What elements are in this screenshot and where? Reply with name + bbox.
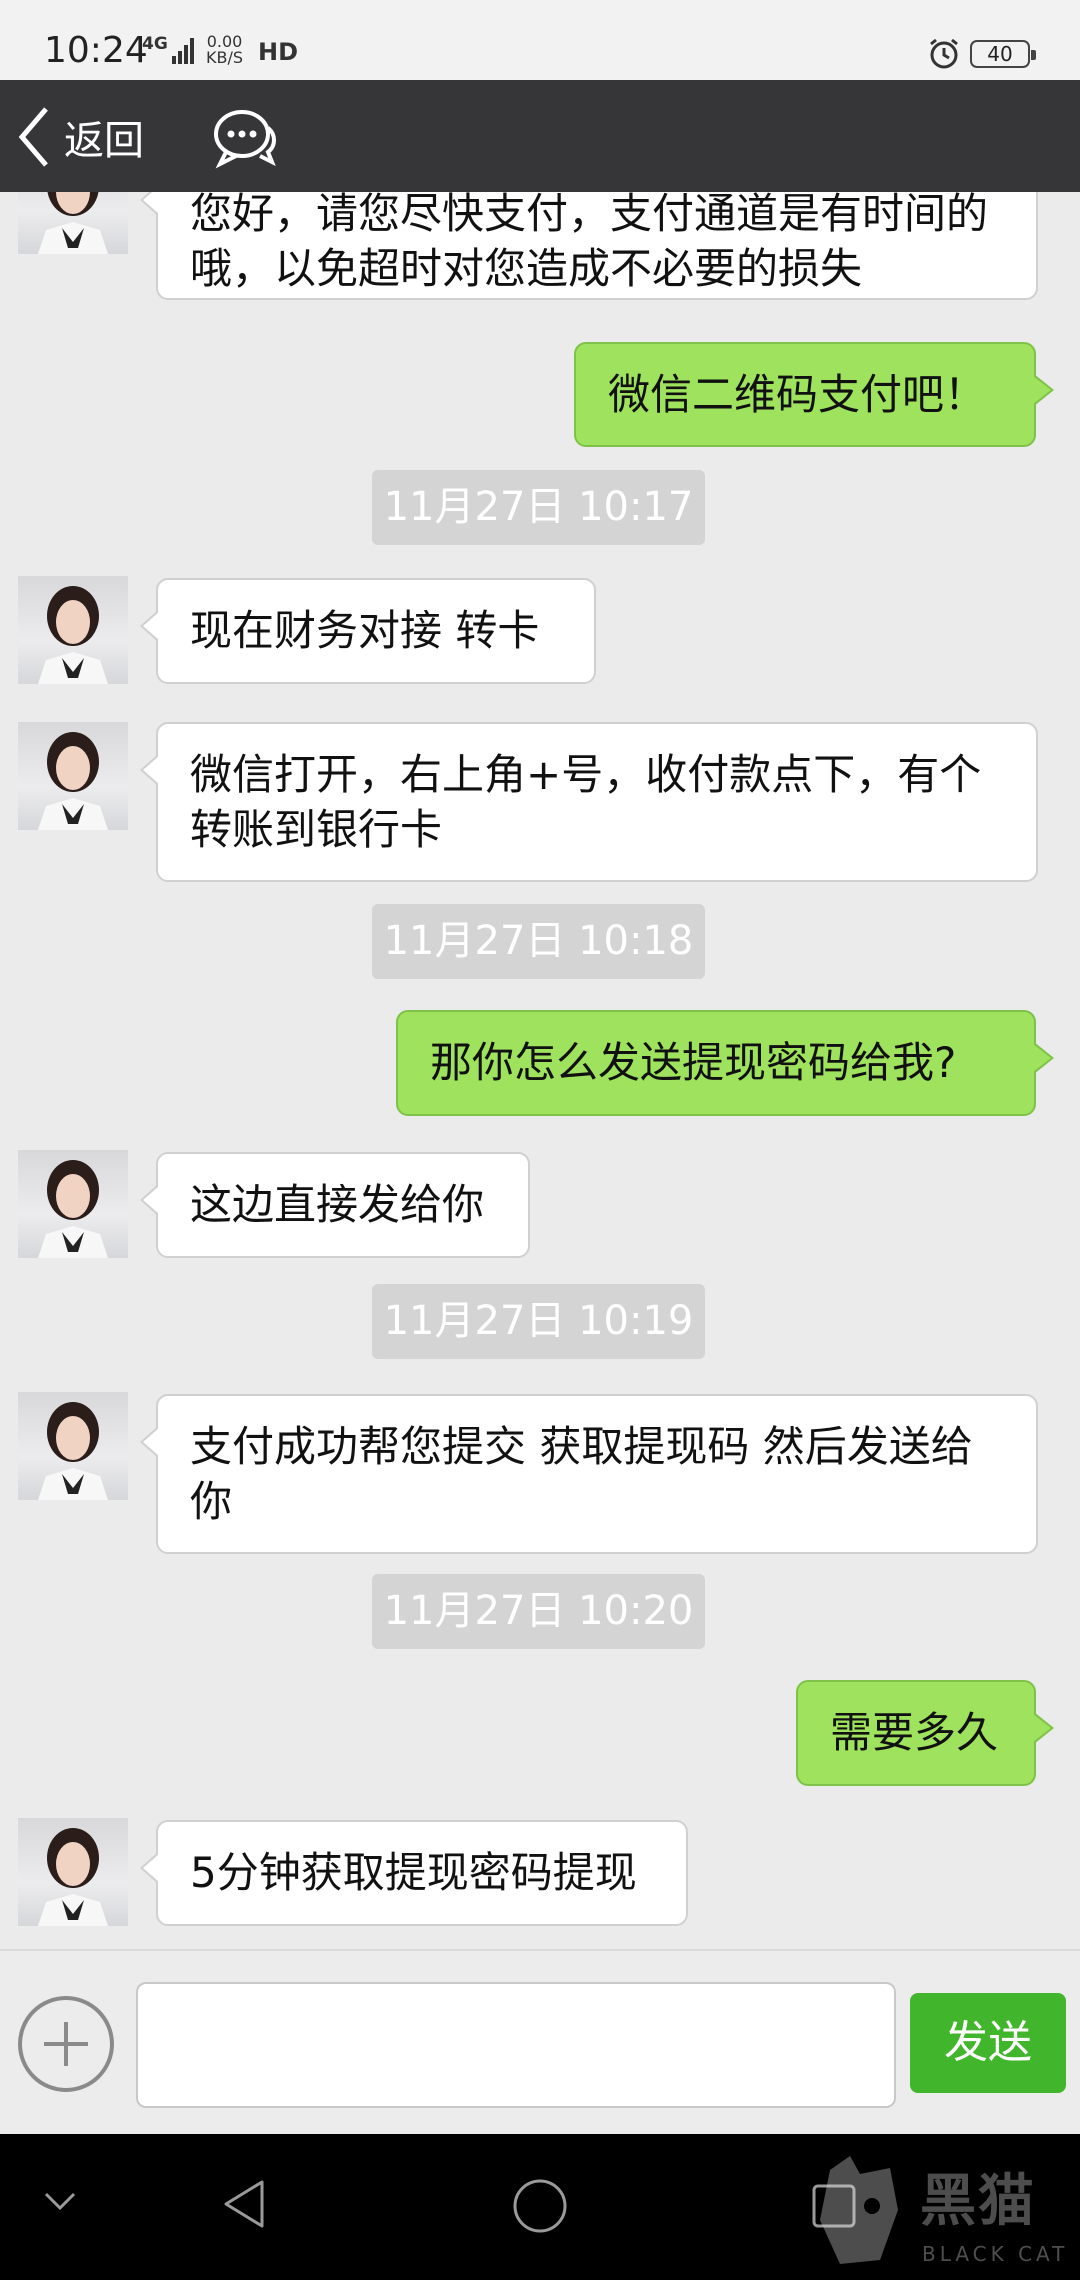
contact-avatar[interactable] <box>18 192 128 254</box>
avatar-portrait-icon <box>38 192 108 254</box>
message-text: 5分钟获取提现密码提现 <box>190 1848 637 1897</box>
avatar-portrait-icon <box>38 1828 108 1926</box>
message-bubble-incoming[interactable]: 现在财务对接 转卡 <box>140 578 596 684</box>
chevron-left-icon <box>18 107 48 167</box>
contact-avatar[interactable] <box>18 1392 128 1500</box>
timestamp-divider: 11月27日 10:19 <box>372 1284 705 1359</box>
watermark-subtext: BLACK CAT <box>922 2242 1069 2266</box>
message-text: 需要多久 <box>830 1708 999 1757</box>
network-speed: 0.00 KB/S <box>206 34 243 66</box>
plus-circle-icon[interactable] <box>18 1996 114 2092</box>
chat-header: 返回 <box>0 80 1080 192</box>
black-cat-watermark: 黑猫 BLACK CAT <box>810 2150 1080 2280</box>
avatar-portrait-icon <box>38 1160 108 1258</box>
message-bubble-incoming[interactable]: 微信打开，右上角+号，收付款点下，有个转账到银行卡 <box>140 722 1038 882</box>
avatar-portrait-icon <box>38 732 108 830</box>
message-text: 那你怎么发送提现密码给我? <box>430 1038 957 1087</box>
back-button[interactable]: 返回 <box>14 102 144 172</box>
message-bubble-outgoing[interactable]: 微信二维码支付吧！ <box>574 342 1054 447</box>
cat-logo-icon <box>820 2156 898 2264</box>
message-bubble-incoming[interactable]: 支付成功帮您提交 获取提现码 然后发送给你 <box>140 1394 1038 1554</box>
status-time: 10:24 <box>44 30 148 71</box>
watermark-text: 黑猫 <box>920 2169 1036 2234</box>
message-text: 这边直接发给你 <box>190 1180 485 1229</box>
contact-avatar[interactable] <box>18 576 128 684</box>
alarm-icon <box>930 38 958 69</box>
message-bubble-outgoing[interactable]: 需要多久 <box>796 1680 1054 1786</box>
message-bubble-incoming[interactable]: 您好，请您尽快支付，支付通道是有时间的哦，以免超时对您造成不必要的损失 <box>140 192 1038 300</box>
battery-indicator: 40 <box>970 40 1036 68</box>
timestamp-divider: 11月27日 10:18 <box>372 904 705 979</box>
send-button[interactable]: 发送 <box>910 1993 1066 2093</box>
hd-indicator: HD <box>258 38 299 66</box>
contact-avatar[interactable] <box>18 722 128 830</box>
timestamp-divider: 11月27日 10:17 <box>372 470 705 545</box>
avatar-portrait-icon <box>38 586 108 684</box>
back-triangle-icon[interactable] <box>218 2176 270 2232</box>
message-text: 现在财务对接 转卡 <box>190 606 540 655</box>
network-type: 4G <box>142 34 168 54</box>
network-speed-unit: KB/S <box>206 48 244 67</box>
message-list[interactable]: 您好，请您尽快支付，支付通道是有时间的哦，以免超时对您造成不必要的损失 微信二维… <box>0 192 1080 1949</box>
back-label: 返回 <box>64 118 144 164</box>
message-text: 您好，请您尽快支付，支付通道是有时间的哦，以免超时对您造成不必要的损失 <box>190 192 989 293</box>
timestamp-divider: 11月27日 10:20 <box>372 1574 705 1649</box>
message-text: 支付成功帮您提交 获取提现码 然后发送给你 <box>190 1422 973 1526</box>
avatar-portrait-icon <box>38 1402 108 1500</box>
contact-avatar[interactable] <box>18 1818 128 1926</box>
contact-avatar[interactable] <box>18 1150 128 1258</box>
home-circle-icon[interactable] <box>510 2176 570 2236</box>
message-bubble-incoming[interactable]: 5分钟获取提现密码提现 <box>140 1820 688 1926</box>
input-bar: 发送 <box>0 1949 1080 2134</box>
message-text: 微信二维码支付吧！ <box>608 370 987 419</box>
signal-bars-icon <box>172 38 194 64</box>
message-bubble-outgoing[interactable]: 那你怎么发送提现密码给我? <box>396 1010 1054 1116</box>
message-text: 微信打开，右上角+号，收付款点下，有个转账到银行卡 <box>190 750 982 854</box>
collapse-icon[interactable] <box>40 2186 80 2216</box>
status-bar: 10:24 4G 0.00 KB/S HD 40 <box>0 0 1080 80</box>
message-input[interactable] <box>136 1982 896 2108</box>
message-bubble-incoming[interactable]: 这边直接发给你 <box>140 1152 530 1258</box>
chat-bubbles-icon[interactable] <box>212 106 278 170</box>
